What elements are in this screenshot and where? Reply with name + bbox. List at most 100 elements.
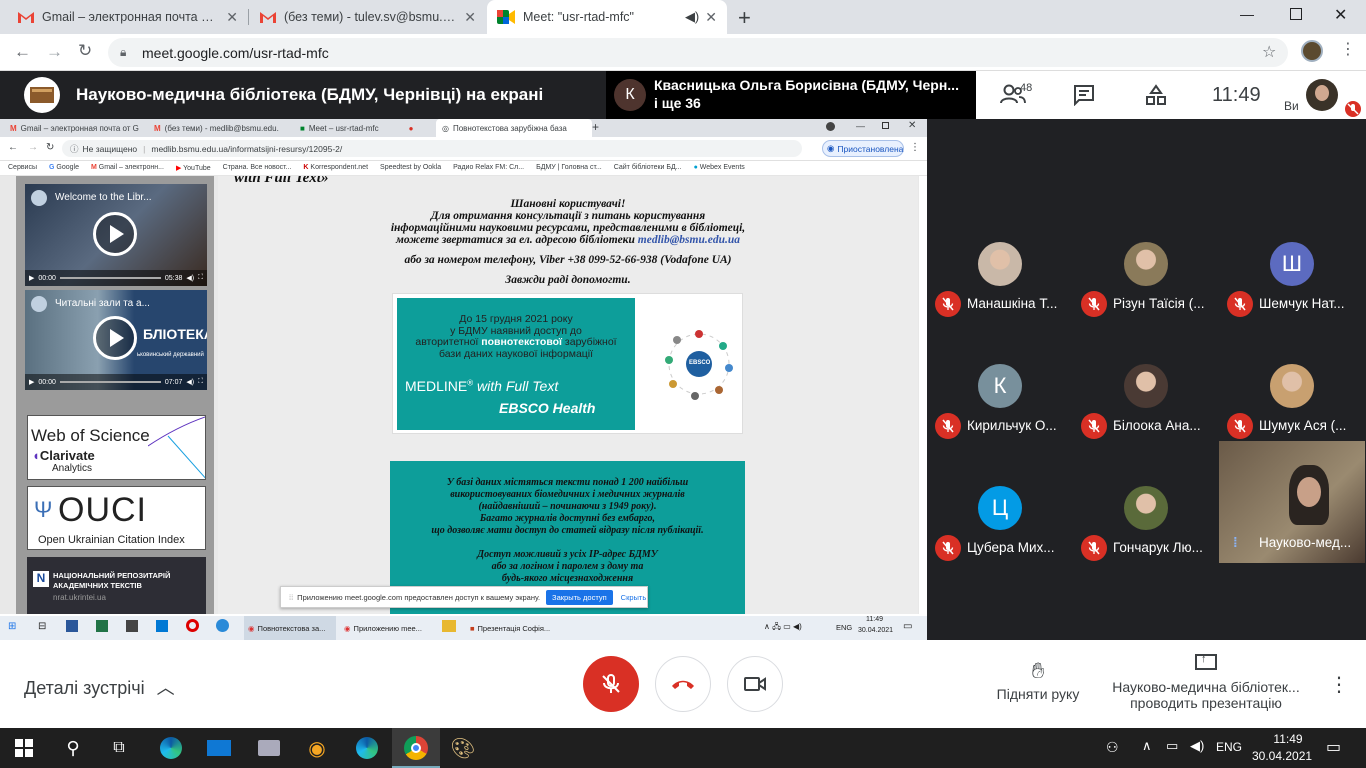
close-window-button[interactable]: ✕ [1334,5,1347,25]
participant-tile[interactable]: Білоока Ана... [1073,353,1219,475]
participant-avatar [1124,364,1168,408]
video-overlay-text: БЛІОТЕКА [143,326,207,342]
camera-icon [744,677,766,691]
eye-app-icon[interactable]: ◉ [304,736,330,760]
bookmark: Speedtest by Ookla [380,164,442,171]
mic-off-icon [1081,535,1107,561]
play-icon [93,316,137,360]
play-icon [93,212,137,256]
notifications-icon[interactable]: ▭ [1326,737,1341,757]
windows-start-icon[interactable] [11,736,37,760]
shared-taskbar: ⊞ ⊟ ◉ Повнотекстова за... ◉ Приложению mee… [0,616,927,640]
search-icon[interactable]: ⚲ [60,736,86,760]
trident-icon: Ψ [34,497,53,522]
participant-tile[interactable]: Різун Таїсія (... [1073,231,1219,353]
greeting: Шановні користувачі! [510,198,626,210]
mic-off-icon [602,674,620,693]
shared-tab-active: ◎ Повнотекстова зарубіжна база [436,119,592,137]
participant-tile[interactable]: Гончарук Лю... [1073,475,1219,597]
participant-tile[interactable]: Манашкіна Т... [927,231,1073,353]
video-overlay-sub: ьковинський державний [137,352,204,358]
tab-title: (без теми) - tulev.sv@bsmu.edu. [284,10,459,24]
participant-name: Кирильчук О... [967,418,1057,433]
chat-icon[interactable] [1073,84,1095,111]
camera-toggle-button[interactable] [727,656,783,712]
ebsco-health: EBSCO Health [499,400,596,416]
participant-avatar [978,242,1022,286]
tray-chevron-icon[interactable]: ∧ [1142,738,1152,754]
nrat-logo: N НАЦІОНАЛЬНИЙ РЕПОЗИТАРІЙ АКАДЕМІЧНИХ Т… [27,557,206,614]
participant-tile[interactable]: Ш Шемчук Нат... [1219,231,1365,353]
shared-menu-icon: ⋮ [910,142,920,153]
mail-icon[interactable] [206,736,232,760]
participant-tile[interactable]: ⁞ Науково-мед... [1219,441,1365,563]
shared-tab-strip: M Gmail – электронная почта от G M (без те… [0,119,927,137]
browser-tab-meet[interactable]: Meet: "usr-rtad-mfc" ◀) ✕ [487,0,727,34]
task-view-icon[interactable]: ⧉ [106,736,132,760]
edge-icon-2[interactable] [354,736,380,760]
meeting-details-button[interactable]: Деталі зустрічі ︿ [24,674,175,700]
meet-bottom-bar: Деталі зустрічі ︿ ✋︎ Підняти руку ↑ Науко… [0,640,1366,728]
clock-date[interactable]: 30.04.2021 [1252,749,1312,763]
participant-tile[interactable]: К Кирильчук О... [927,353,1073,475]
close-icon[interactable]: ✕ [705,9,717,26]
presenting-button[interactable]: ↑ Науково-медична бібліотек... проводить… [1106,653,1306,711]
shared-tab: M Gmail – электронная почта от G [10,123,139,133]
reload-icon[interactable]: ↻ [78,41,92,61]
participant-tile[interactable]: Ц Цубера Мих... [927,475,1073,597]
profile-avatar[interactable] [1301,40,1323,62]
participant-name: Шемчук Нат... [1259,296,1345,311]
url-field[interactable]: 🔒︎ meet.google.com/usr-rtad-mfc ☆ [108,38,1288,67]
browser-tab-mail[interactable]: (без теми) - tulev.sv@bsmu.edu. ✕ [250,0,486,34]
participants-count: 48 [1020,82,1033,94]
people-tray-icon[interactable]: ⚇ [1106,739,1119,756]
speaker-name: Квасницька Ольга Борисівна (БДМУ, Черн..… [654,77,959,93]
info-line: інформаційними науковими ресурсами, пред… [390,222,746,234]
presenter-avatar [24,77,60,113]
paint-icon[interactable]: 🎨︎ [450,736,476,760]
bookmark: Сервисы [8,164,38,171]
chrome-taskbar-button[interactable] [392,728,440,768]
shared-forward-icon: → [28,142,38,153]
more-options-icon[interactable]: ⋮ [1329,672,1349,697]
warning-icon: ⓘ [70,143,79,154]
info-line: можете звертатися за ел. адресою бібліот… [395,234,741,246]
gmail-icon [18,12,34,23]
volume-icon[interactable]: ◀) [1190,738,1204,754]
browser-tab-gmail[interactable]: Gmail – электронная почта от G ✕ [8,0,248,34]
chevron-up-icon: ︿ [156,678,175,698]
participant-avatar: К [978,364,1022,408]
scanner-icon[interactable] [256,736,282,760]
kebab-menu-icon[interactable]: ⋮ [1340,39,1356,59]
new-tab-button[interactable]: + [738,5,751,31]
not-secure-label: Не защищено [82,143,138,154]
video-controls: ▶ 00:00 07:07 ◀) ⛶ [25,374,207,390]
video-controls: ▶ 00:00 05:38 ◀) ⛶ [25,270,207,286]
language-indicator[interactable]: ENG [1216,740,1242,754]
activities-icon[interactable] [1145,84,1167,111]
maximize-button[interactable] [1290,8,1302,20]
network-icon[interactable]: ▭ [1166,738,1178,754]
back-arrow-icon[interactable]: ← [14,42,31,62]
bookmark: ▶ YouTube [175,165,211,172]
close-icon[interactable]: ✕ [226,9,238,26]
mic-off-icon [1081,413,1107,439]
raise-hand-button[interactable]: ✋︎ Підняти руку [995,658,1081,702]
paused-badge: ◉ Приостановлена [822,140,904,157]
speaker-icon[interactable]: ◀) [685,9,699,25]
address-bar-row: ← → ↻ 🔒︎ meet.google.com/usr-rtad-mfc ☆ … [0,34,1366,71]
participants-grid: Манашкіна Т... Різун Таїсія (... Ш Шемчук Н… [927,119,1366,640]
close-icon[interactable]: ✕ [464,9,476,26]
medline-banner-teal: До 15 грудня 2021 року у БДМУ наявний до… [397,298,635,430]
leave-call-button[interactable] [655,656,711,712]
shared-tab: M (без теми) - medlib@bsmu.edu. [154,123,279,133]
mic-toggle-button[interactable] [583,656,639,712]
minimize-button[interactable]: — [1240,6,1254,22]
ebsco-circle-logo: EBSCO [659,324,739,404]
star-icon[interactable]: ☆ [1262,42,1276,62]
windows-taskbar: ⚲ ⧉ ◉ 🎨︎ ⚇ ∧ ▭ ◀) ENG 11:49 30.04.2021 ▭ [0,728,1366,768]
video-player: Welcome to the Libr... ▶ 00:00 05:38 ◀) ⛶ [25,184,207,286]
edge-icon[interactable] [158,736,184,760]
forward-arrow-icon[interactable]: → [46,42,63,62]
clock-time[interactable]: 11:49 [1262,732,1314,746]
